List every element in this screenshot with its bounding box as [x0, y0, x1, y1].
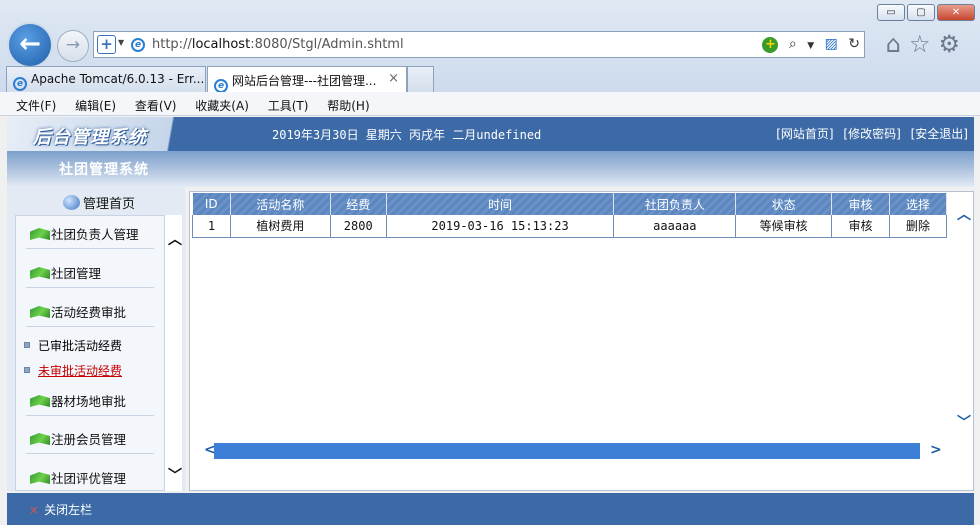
- browser-chrome: ▭ ▢ ✕ ← → + ▼ e http://localhost:8080/St…: [0, 0, 980, 92]
- flag-icon: [30, 267, 50, 279]
- ie-page-icon: e: [214, 79, 228, 92]
- column-header: 状态: [735, 193, 833, 215]
- address-bar[interactable]: + ▼ e http://localhost:8080/Stgl/Admin.s…: [93, 31, 865, 58]
- review-link[interactable]: 审核: [831, 215, 891, 238]
- cell-fee: 2800: [330, 215, 387, 238]
- content-vertical-scrollbar[interactable]: ︿ ﹀: [953, 192, 973, 490]
- minimize-button[interactable]: ▭: [877, 4, 905, 21]
- compat-icon[interactable]: +: [762, 37, 779, 53]
- close-sidebar-button[interactable]: × 关闭左栏: [29, 501, 92, 518]
- delete-link[interactable]: 删除: [889, 215, 947, 238]
- sidebar-item-leader-management[interactable]: 社团负责人管理: [26, 216, 154, 249]
- scroll-down-icon[interactable]: ﹀: [168, 465, 182, 485]
- menu-bar: 文件(F) 编辑(E) 查看(V) 收藏夹(A) 工具(T) 帮助(H): [0, 92, 980, 116]
- menu-edit[interactable]: 编辑(E): [75, 99, 116, 113]
- column-header: 经费: [330, 193, 387, 215]
- scroll-right-icon[interactable]: >: [930, 442, 942, 458]
- sidebar-subitem-approved-fees[interactable]: 已审批活动经费: [24, 337, 122, 354]
- ie-page-icon: e: [131, 38, 145, 52]
- dropdown-caret-icon[interactable]: ▼: [118, 38, 124, 47]
- menu-favorites[interactable]: 收藏夹(A): [195, 99, 249, 113]
- flag-icon: [30, 433, 50, 445]
- add-site-icon[interactable]: +: [97, 35, 116, 54]
- new-tab-button[interactable]: [407, 66, 434, 92]
- column-header: 活动名称: [230, 193, 331, 215]
- menu-view[interactable]: 查看(V): [135, 99, 177, 113]
- sidebar: 管理首页 社团负责人管理 社团管理 活动经费审批 已审批活动经费 未审批活动经费…: [7, 187, 185, 491]
- back-button[interactable]: ←: [7, 22, 53, 68]
- scroll-up-icon[interactable]: ︿: [168, 229, 182, 249]
- cell-status: 等候审核: [735, 215, 833, 238]
- cell-name: 植树费用: [230, 215, 331, 238]
- cell-leader: aaaaaa: [613, 215, 737, 238]
- site-home-link[interactable]: [网站首页]: [776, 127, 833, 141]
- forward-button[interactable]: →: [57, 30, 89, 62]
- favorites-star-icon[interactable]: ☆: [909, 30, 939, 58]
- fee-table: ID 活动名称 经费 时间 社团负责人 状态 审核 选择 1 植树费用 2800…: [192, 193, 947, 238]
- sidebar-item-club-management[interactable]: 社团管理: [26, 255, 154, 288]
- close-icon: ×: [29, 503, 40, 517]
- bullet-icon: [24, 367, 30, 373]
- column-header: 社团负责人: [613, 193, 737, 215]
- compatibility-view-icon[interactable]: ▨: [825, 36, 838, 52]
- tab-tomcat[interactable]: e Apache Tomcat/6.0.13 - Err...: [6, 66, 206, 92]
- table-header-row: ID 活动名称 经费 时间 社团负责人 状态 审核 选择: [192, 193, 947, 215]
- home-icon[interactable]: ⌂: [886, 30, 909, 58]
- search-dropdown-icon[interactable]: ▼: [807, 41, 814, 51]
- globe-icon: [63, 195, 80, 210]
- flag-icon: [30, 472, 50, 484]
- settings-gear-icon[interactable]: ⚙: [938, 30, 968, 58]
- logo-text: 后台管理系统: [33, 127, 147, 148]
- flag-icon: [30, 395, 50, 407]
- sidebar-home[interactable]: 管理首页: [63, 193, 135, 212]
- scroll-up-icon[interactable]: ︿: [957, 204, 971, 224]
- cell-id: 1: [192, 215, 231, 238]
- tab-close-icon[interactable]: ×: [388, 71, 399, 86]
- refresh-icon[interactable]: ↻: [848, 36, 860, 52]
- close-window-button[interactable]: ✕: [937, 4, 975, 21]
- cell-time: 2019-03-16 15:13:23: [386, 215, 615, 238]
- url-text[interactable]: http://localhost:8080/Stgl/Admin.shtml: [152, 37, 404, 52]
- admin-header: 后台管理系统 2019年3月30日 星期六 丙戌年 二月undefined [网…: [7, 117, 974, 151]
- flag-icon: [30, 306, 50, 318]
- table-row: 1 植树费用 2800 2019-03-16 15:13:23 aaaaaa 等…: [192, 215, 947, 238]
- sidebar-subitem-pending-fees[interactable]: 未审批活动经费: [24, 362, 122, 379]
- column-header: 选择: [889, 193, 947, 215]
- tab-strip: e Apache Tomcat/6.0.13 - Err... e 网站后台管理--…: [0, 64, 980, 92]
- column-header: 时间: [386, 193, 615, 215]
- system-title-bar: 社团管理系统: [7, 151, 974, 187]
- admin-footer: × 关闭左栏: [7, 493, 974, 525]
- system-title: 社团管理系统: [59, 162, 149, 178]
- logo: 后台管理系统: [7, 117, 185, 151]
- logout-link[interactable]: [安全退出]: [911, 127, 968, 141]
- maximize-button[interactable]: ▢: [907, 4, 935, 21]
- search-icon[interactable]: ⌕: [789, 36, 797, 52]
- scroll-track[interactable]: [214, 443, 920, 459]
- sidebar-scrollbar[interactable]: ︿ ﹀: [164, 215, 182, 491]
- sidebar-menu: 社团负责人管理 社团管理 活动经费审批 已审批活动经费 未审批活动经费 器材场地…: [15, 215, 165, 491]
- tab-admin[interactable]: e 网站后台管理---社团管理... ×: [207, 66, 407, 92]
- column-header: 审核: [831, 193, 891, 215]
- menu-help[interactable]: 帮助(H): [327, 99, 369, 113]
- sidebar-item-fee-approval[interactable]: 活动经费审批: [26, 294, 154, 327]
- content-horizontal-scrollbar[interactable]: < >: [190, 442, 953, 460]
- sidebar-item-member-management[interactable]: 注册会员管理: [26, 421, 154, 454]
- sidebar-item-club-rating[interactable]: 社团评优管理: [26, 460, 154, 491]
- scroll-down-icon[interactable]: ﹀: [957, 412, 971, 432]
- bullet-icon: [24, 342, 30, 348]
- current-date: 2019年3月30日 星期六 丙戌年 二月undefined: [272, 128, 542, 142]
- flag-icon: [30, 228, 50, 240]
- menu-file[interactable]: 文件(F): [16, 99, 56, 113]
- change-password-link[interactable]: [修改密码]: [843, 127, 900, 141]
- menu-tools[interactable]: 工具(T): [268, 99, 309, 113]
- sidebar-item-venue-approval[interactable]: 器材场地审批: [26, 383, 154, 416]
- column-header: ID: [192, 193, 231, 215]
- ie-page-icon: e: [13, 77, 27, 91]
- content-area: ID 活动名称 经费 时间 社团负责人 状态 审核 选择 1 植树费用 2800…: [189, 191, 974, 491]
